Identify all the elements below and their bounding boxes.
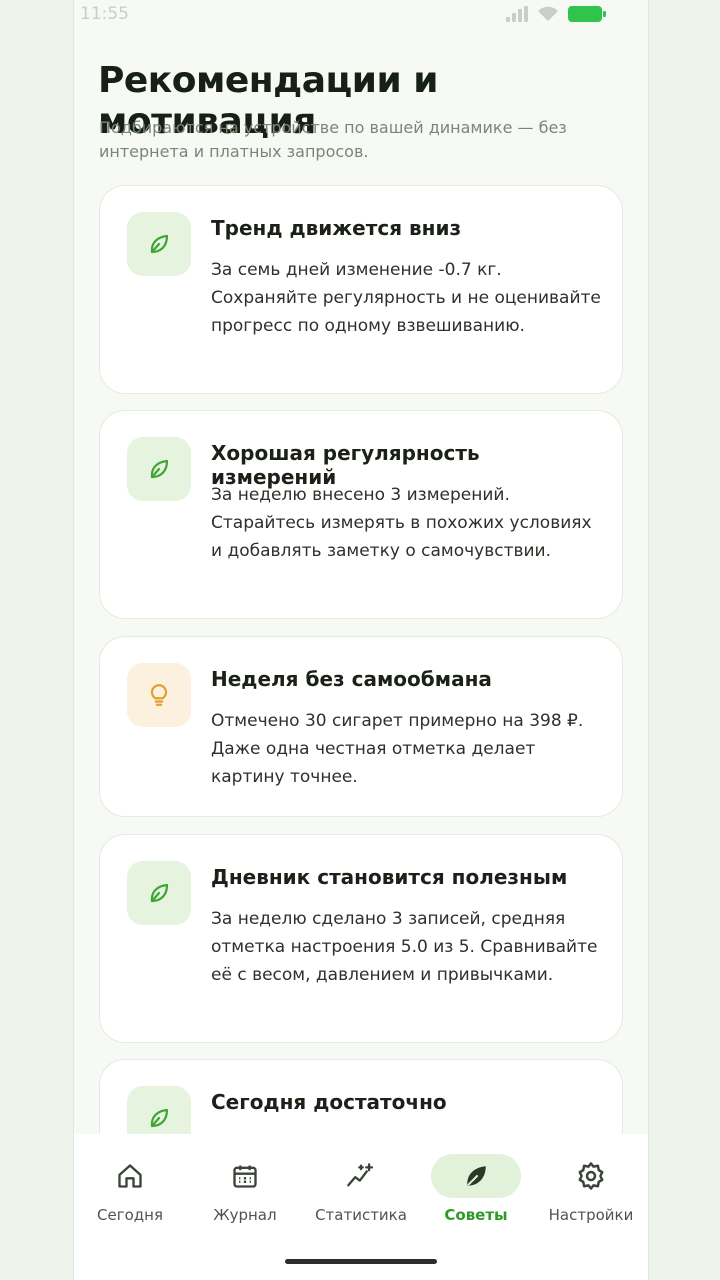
tip-text: За неделю внесено 3 измерений. Старайтес… bbox=[211, 485, 592, 561]
tip-text: За семь дней изменение -0.7 кг. Сохраняй… bbox=[211, 260, 601, 336]
tip-title: Дневник становится полезным bbox=[211, 865, 568, 889]
tip-text: За неделю сделано 3 записей, средняя отм… bbox=[211, 909, 598, 985]
nav-tips[interactable]: Советы bbox=[421, 1154, 531, 1234]
tip-title: Неделя без самообмана bbox=[211, 667, 492, 691]
status-bar: 11:55 bbox=[74, 0, 648, 34]
status-time: 11:55 bbox=[80, 4, 129, 24]
lightbulb-icon bbox=[150, 684, 168, 706]
nav-journal[interactable]: Журнал bbox=[190, 1154, 300, 1234]
leaf-icon bbox=[150, 459, 169, 479]
tip-title: Тренд движется вниз bbox=[211, 216, 462, 240]
battery-icon bbox=[568, 6, 606, 22]
home-icon bbox=[118, 1164, 142, 1188]
status-icons bbox=[506, 6, 606, 22]
nav-label: Советы bbox=[444, 1206, 508, 1224]
nav-label: Журнал bbox=[213, 1206, 277, 1224]
stats-icon bbox=[347, 1163, 374, 1187]
tip-card[interactable]: Тренд движется вниз За семь дней изменен… bbox=[99, 185, 623, 394]
wifi-icon bbox=[538, 6, 558, 21]
nav-label: Настройки bbox=[548, 1206, 634, 1224]
tip-card[interactable]: Хорошая регулярность измерений За неделю… bbox=[99, 410, 623, 619]
tip-title: Сегодня достаточно bbox=[211, 1090, 447, 1114]
phone-screen: 11:55 Рекомендации и мотивация Подбирают… bbox=[73, 0, 649, 1280]
nav-settings[interactable]: Настройки bbox=[536, 1154, 646, 1234]
leaf-icon bbox=[467, 1166, 486, 1186]
tip-badge bbox=[127, 437, 191, 501]
page-subtitle: Подбираются на устройстве по вашей динам… bbox=[99, 118, 567, 161]
tip-badge bbox=[127, 212, 191, 276]
nav-label: Сегодня bbox=[97, 1206, 163, 1224]
leaf-icon bbox=[150, 234, 169, 254]
gear-icon bbox=[578, 1162, 604, 1190]
leaf-icon bbox=[150, 883, 169, 903]
nav-label: Статистика bbox=[315, 1206, 407, 1224]
home-indicator[interactable] bbox=[285, 1259, 437, 1264]
nav-statistics[interactable]: Статистика bbox=[306, 1154, 416, 1234]
leaf-icon bbox=[150, 1108, 169, 1128]
tip-text: Отмечено 30 сигарет примерно на 398 ₽. Д… bbox=[211, 711, 584, 787]
tip-card[interactable]: Дневник становится полезным За неделю сд… bbox=[99, 834, 623, 1043]
calendar-icon bbox=[233, 1165, 257, 1188]
nav-today[interactable]: Сегодня bbox=[75, 1154, 185, 1234]
tip-badge bbox=[127, 861, 191, 925]
signal-icon bbox=[506, 6, 528, 22]
tip-card[interactable]: Неделя без самообмана Отмечено 30 сигаре… bbox=[99, 636, 623, 817]
tip-badge bbox=[127, 663, 191, 727]
